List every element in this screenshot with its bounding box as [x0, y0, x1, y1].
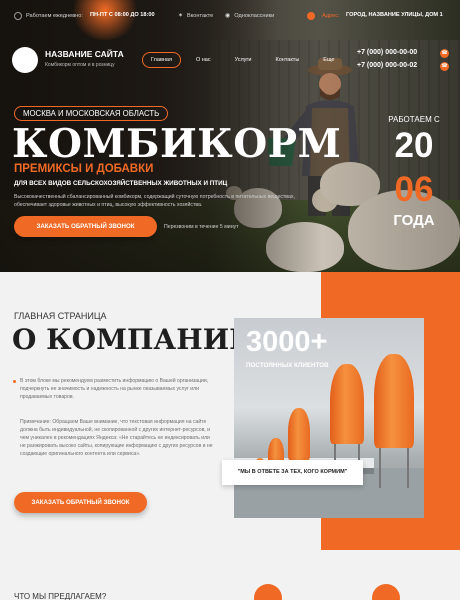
offer-icon[interactable]	[372, 584, 400, 600]
phone-icon[interactable]: ☎	[440, 62, 449, 71]
hours-label: Работаем ежедневно:	[26, 13, 83, 19]
silo-image	[288, 408, 310, 460]
work-year-part-1: 20	[394, 126, 434, 165]
hero-tagline: ДЛЯ ВСЕХ ВИДОВ СЕЛЬСКОХОЗЯЙСТВЕННЫХ ЖИВО…	[14, 180, 228, 187]
location-icon	[307, 12, 315, 20]
hero-subtitle: ПРЕМИКСЫ И ДОБАВКИ	[14, 163, 154, 175]
about-paragraph-2: Примечание: Обращаем Ваше внимание, что …	[20, 419, 213, 457]
clients-label: ПОСТОЯННЫХ КЛИЕНТОВ	[246, 362, 329, 369]
offer-icon[interactable]	[254, 584, 282, 600]
hours-value-wrap: ПН-ПТ С 08:00 ДО 18:00	[90, 12, 155, 18]
hours-info: Работаем ежедневно:	[14, 12, 83, 20]
vk-icon: ✶	[178, 13, 184, 19]
company-quote: "МЫ В ОТВЕТЕ ЗА ТЕХ, КОГО КОРМИМ"	[222, 460, 363, 485]
address-label: Адрес:	[322, 13, 340, 19]
silo-leg	[407, 448, 409, 488]
vk-link[interactable]: Вконтакте	[187, 13, 213, 19]
silo-image	[330, 364, 364, 444]
address-value: ГОРОД, НАЗВАНИЕ УЛИЦЫ, ДОМ 1	[346, 12, 443, 18]
callback-note: Перезвоним в течение 5 минут	[164, 224, 239, 230]
phone-number-1[interactable]: +7 (000) 000-00-00	[357, 49, 417, 56]
social-ok[interactable]: ◉ Одноклассники	[225, 12, 274, 20]
about-title: О КОМПАНИИ	[12, 323, 256, 356]
silo-leg	[379, 448, 381, 488]
nav-item-contacts[interactable]: Контакты	[267, 52, 309, 68]
address-info: Адрес:	[307, 12, 340, 20]
social-vk[interactable]: ✶ Вконтакте	[178, 12, 213, 20]
phone-number-2[interactable]: +7 (000) 000-00-02	[357, 62, 417, 69]
clock-icon	[14, 12, 22, 20]
site-name[interactable]: НАЗВАНИЕ САЙТА	[45, 49, 124, 59]
site-logo[interactable]	[12, 47, 38, 73]
order-callback-button[interactable]: ЗАКАЗАТЬ ОБРАТНЫЙ ЗВОНОК	[14, 492, 147, 513]
nav-item-more[interactable]: Еще	[314, 52, 343, 68]
work-year-part-2: 06	[394, 170, 434, 209]
order-callback-button[interactable]: ЗАКАЗАТЬ ОБРАТНЫЙ ЗВОНОК	[14, 216, 157, 237]
hero-section: Работаем ежедневно: ПН-ПТ С 08:00 ДО 18:…	[0, 0, 460, 272]
about-paragraph-1: В этом блоке мы рекомендуем разместить и…	[20, 378, 209, 400]
top-info-bar: Работаем ежедневно: ПН-ПТ С 08:00 ДО 18:…	[0, 9, 460, 25]
work-years-word: ГОДА	[393, 212, 435, 229]
main-nav: Главная О нас Услуги Контакты Еще	[142, 52, 349, 68]
ok-link[interactable]: Одноклассники	[234, 13, 274, 19]
phone-icon[interactable]: ☎	[440, 49, 449, 58]
work-since-label: РАБОТАЕМ С	[388, 115, 440, 124]
offer-section-title: ЧТО МЫ ПРЕДЛАГАЕМ?	[14, 592, 107, 600]
hero-description: Высококачественный сбалансированный комб…	[14, 194, 295, 208]
silos-photo: 3000+ ПОСТОЯННЫХ КЛИЕНТОВ	[234, 318, 424, 518]
clients-count: 3000+	[246, 326, 328, 358]
site-tagline: Комбикорм оптом и в розницу	[45, 62, 115, 68]
ok-icon: ◉	[225, 13, 231, 19]
region-badge: МОСКВА И МОСКОВСКАЯ ОБЛАСТЬ	[14, 106, 169, 121]
page: Работаем ежедневно: ПН-ПТ С 08:00 ДО 18:…	[0, 0, 460, 600]
hero-title: КОМБИКОРМ	[12, 121, 342, 167]
bullet-marker	[13, 380, 16, 383]
nav-item-home[interactable]: Главная	[142, 52, 181, 68]
address-value-wrap: ГОРОД, НАЗВАНИЕ УЛИЦЫ, ДОМ 1	[346, 12, 443, 18]
breadcrumb[interactable]: ГЛАВНАЯ СТРАНИЦА	[14, 311, 107, 321]
silo-image	[374, 354, 414, 448]
nav-item-services[interactable]: Услуги	[226, 52, 261, 68]
hours-value: ПН-ПТ С 08:00 ДО 18:00	[90, 12, 155, 18]
nav-item-about[interactable]: О нас	[187, 52, 220, 68]
